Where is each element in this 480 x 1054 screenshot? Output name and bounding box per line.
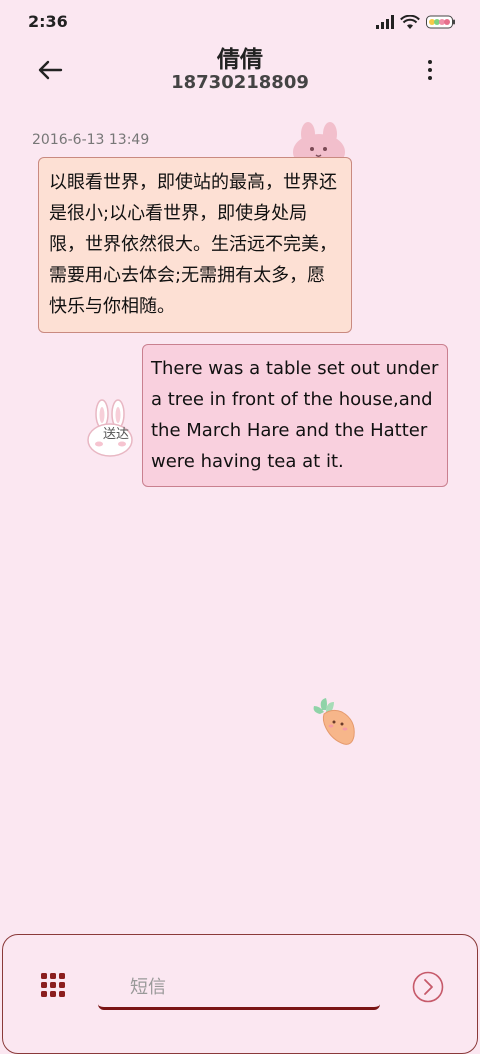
outgoing-message-bubble[interactable]: There was a table set out under a tree i… [142,344,448,487]
grid-icon [41,973,47,979]
more-options-button[interactable] [416,54,444,86]
delivery-status: 送达 [103,427,130,442]
wifi-icon [400,14,420,29]
carrot-sticker-icon [313,698,355,745]
more-vertical-icon [428,60,432,64]
send-arrow-icon [424,979,433,995]
send-button[interactable] [412,971,444,1003]
message-timestamp: 2016-6-13 13:49 [32,132,150,148]
contact-name: 倩倩 [217,47,263,73]
status-icons [376,12,456,32]
incoming-message-bubble[interactable]: 以眼看世界，即使站的最高，世界还是很小;以心看世界，即使身处局限，世界依然很大。… [38,157,352,333]
status-time: 2:36 [28,12,68,31]
contact-number: 18730218809 [171,72,309,93]
apps-button[interactable] [41,973,65,997]
signal-icon [376,15,394,29]
message-input[interactable] [98,968,380,1010]
battery-icon [426,15,455,29]
